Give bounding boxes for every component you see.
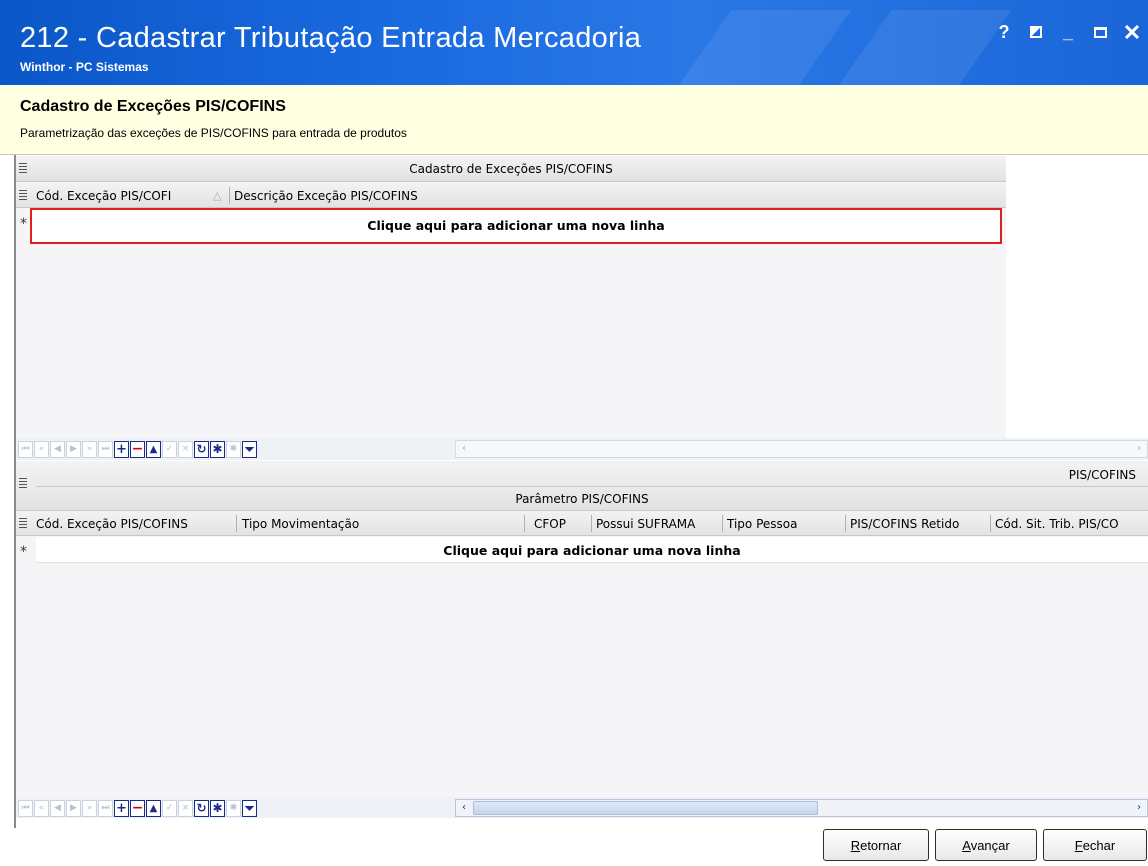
- band-pis-cofins: PIS/COFINS: [1068, 468, 1136, 482]
- column-chooser-icon[interactable]: [19, 518, 27, 529]
- add-row-parametros[interactable]: Clique aqui para adicionar uma nova linh…: [36, 537, 1148, 563]
- filter-icon[interactable]: ⏷: [242, 799, 257, 817]
- refresh-icon[interactable]: ↻: [194, 440, 209, 458]
- column-header-cod-excecao[interactable]: Cód. Exceção PIS/COFINS: [36, 517, 188, 531]
- column-header-tipo-movimentacao[interactable]: Tipo Movimentação: [242, 517, 359, 531]
- prev-page-icon[interactable]: «: [34, 440, 49, 458]
- column-header-cfop[interactable]: CFOP: [534, 517, 566, 531]
- post-record-icon[interactable]: ✓: [162, 799, 177, 817]
- scroll-right-icon[interactable]: ›: [1132, 442, 1146, 456]
- close-window-button[interactable]: [1116, 20, 1148, 44]
- column-header-possui-suframa[interactable]: Possui SUFRAMA: [596, 517, 695, 531]
- grid-parametros-title: Parâmetro PIS/COFINS: [515, 492, 649, 506]
- new-row-marker: *: [20, 544, 27, 560]
- add-row-excecoes-label: Clique aqui para adicionar uma nova linh…: [367, 218, 665, 233]
- goto-bookmark-icon[interactable]: ✱: [226, 799, 241, 817]
- restore-icon[interactable]: [1020, 20, 1052, 44]
- goto-bookmark-icon[interactable]: ✱: [226, 440, 241, 458]
- column-header-cod-sit-trib[interactable]: Cód. Sit. Trib. PIS/CO: [995, 517, 1119, 531]
- window-controls: ? _: [988, 20, 1148, 44]
- column-header-tipo-pessoa[interactable]: Tipo Pessoa: [727, 517, 797, 531]
- insert-record-icon[interactable]: +: [114, 440, 129, 458]
- maximize-button[interactable]: [1084, 20, 1116, 44]
- next-page-icon[interactable]: »: [82, 440, 97, 458]
- window-title: 212 - Cadastrar Tributação Entrada Merca…: [20, 22, 642, 54]
- next-record-icon[interactable]: ▶: [66, 440, 81, 458]
- minimize-button[interactable]: _: [1052, 20, 1084, 44]
- grid-parametros-band: PIS/COFINS Parâmetro PIS/COFINS: [16, 461, 1148, 511]
- help-button[interactable]: ?: [988, 20, 1020, 44]
- title-bar: 212 - Cadastrar Tributação Entrada Merca…: [0, 0, 1148, 85]
- add-row-parametros-label: Clique aqui para adicionar uma nova linh…: [443, 543, 741, 558]
- close-button[interactable]: Fechar: [1043, 829, 1147, 861]
- prev-record-icon[interactable]: ◀: [50, 440, 65, 458]
- bookmark-icon[interactable]: ✱: [210, 799, 225, 817]
- post-record-icon[interactable]: ✓: [162, 440, 177, 458]
- grid-parametros-header: Cód. Exceção PIS/COFINS Tipo Movimentaçã…: [16, 511, 1148, 536]
- next-page-icon[interactable]: »: [82, 799, 97, 817]
- bookmark-icon[interactable]: ✱: [210, 440, 225, 458]
- column-header-cod-excecao[interactable]: Cód. Exceção PIS/COFI: [36, 189, 171, 203]
- prev-record-icon[interactable]: ◀: [50, 799, 65, 817]
- close-icon: [1125, 25, 1139, 39]
- first-record-icon[interactable]: ⏮: [18, 440, 33, 458]
- scroll-right-icon[interactable]: ›: [1132, 801, 1146, 815]
- column-header-pis-cofins-retido[interactable]: PIS/COFINS Retido: [850, 517, 959, 531]
- grid-excecoes-header: Cód. Exceção PIS/COFI △ Descrição Exceçã…: [16, 183, 1006, 208]
- sort-up-icon: △: [213, 189, 222, 202]
- edit-record-icon[interactable]: ▲: [146, 799, 161, 817]
- column-chooser-icon[interactable]: [19, 190, 27, 201]
- edit-record-icon[interactable]: ▲: [146, 440, 161, 458]
- delete-record-icon[interactable]: −: [130, 440, 145, 458]
- scrollbar-excecoes[interactable]: ‹ ›: [455, 440, 1148, 458]
- page-description: Parametrização das exceções de PIS/COFIN…: [20, 126, 407, 140]
- insert-record-icon[interactable]: +: [114, 799, 129, 817]
- first-record-icon[interactable]: ⏮: [18, 799, 33, 817]
- page-header: Cadastro de Exceções PIS/COFINS Parametr…: [0, 85, 1148, 155]
- next-record-icon[interactable]: ▶: [66, 799, 81, 817]
- add-row-excecoes[interactable]: Clique aqui para adicionar uma nova linh…: [30, 208, 1002, 244]
- scroll-left-icon[interactable]: ‹: [457, 442, 471, 456]
- last-record-icon[interactable]: ⏭: [98, 440, 113, 458]
- refresh-icon[interactable]: ↻: [194, 799, 209, 817]
- scroll-thumb[interactable]: [473, 801, 818, 815]
- grid-excecoes-band: Cadastro de Exceções PIS/COFINS: [16, 156, 1006, 182]
- next-button[interactable]: Avançar: [935, 829, 1037, 861]
- grid-excecoes-title: Cadastro de Exceções PIS/COFINS: [409, 162, 613, 176]
- page-title: Cadastro de Exceções PIS/COFINS: [20, 98, 286, 115]
- delete-record-icon[interactable]: −: [130, 799, 145, 817]
- window-subtitle: Winthor - PC Sistemas: [20, 60, 149, 74]
- back-button[interactable]: Retornar: [823, 829, 929, 861]
- cancel-edit-icon[interactable]: ×: [178, 440, 193, 458]
- scrollbar-parametros[interactable]: ‹ ›: [455, 799, 1148, 817]
- cancel-edit-icon[interactable]: ×: [178, 799, 193, 817]
- last-record-icon[interactable]: ⏭: [98, 799, 113, 817]
- new-row-marker: *: [20, 216, 27, 232]
- scroll-left-icon[interactable]: ‹: [457, 801, 471, 815]
- column-header-descricao[interactable]: Descrição Exceção PIS/COFINS: [234, 189, 418, 203]
- column-chooser-icon[interactable]: [19, 478, 27, 489]
- prev-page-icon[interactable]: «: [34, 799, 49, 817]
- filter-icon[interactable]: ⏷: [242, 440, 257, 458]
